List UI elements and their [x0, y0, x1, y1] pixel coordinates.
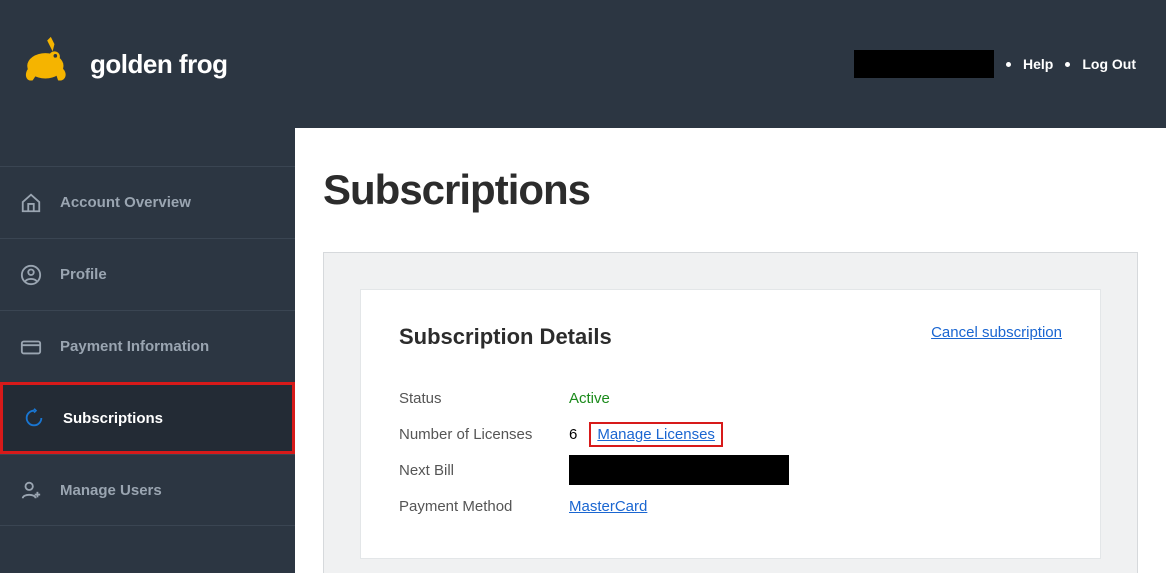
app-header: golden frog Help Log Out	[0, 0, 1166, 128]
help-link[interactable]: Help	[1023, 56, 1053, 72]
status-value: Active	[569, 390, 610, 407]
separator-dot-icon	[1065, 62, 1070, 67]
refresh-icon	[23, 407, 45, 429]
payment-row: Payment Method MasterCard	[399, 488, 1062, 524]
licenses-label: Number of Licenses	[399, 426, 569, 443]
home-icon	[20, 192, 42, 214]
sidebar-item-manage-users[interactable]: Manage Users	[0, 454, 295, 526]
logout-link[interactable]: Log Out	[1082, 56, 1136, 72]
sidebar: Account Overview Profile Payment Informa…	[0, 128, 295, 573]
brand-logo: golden frog	[20, 35, 227, 93]
payment-method-link[interactable]: MasterCard	[569, 498, 647, 515]
sidebar-item-label: Manage Users	[60, 482, 162, 499]
page-title: Subscriptions	[323, 166, 1138, 214]
sidebar-item-label: Account Overview	[60, 194, 191, 211]
status-row: Status Active	[399, 380, 1062, 416]
nextbill-redacted	[569, 455, 789, 485]
credit-card-icon	[20, 336, 42, 358]
profile-icon	[20, 264, 42, 286]
payment-label: Payment Method	[399, 498, 569, 515]
subscription-panel: Subscription Details Cancel subscription…	[323, 252, 1138, 573]
licenses-value: 6	[569, 426, 577, 443]
brand-name: golden frog	[90, 49, 227, 80]
sidebar-item-profile[interactable]: Profile	[0, 238, 295, 310]
sidebar-item-subscriptions[interactable]: Subscriptions	[0, 382, 295, 454]
user-plus-icon	[20, 479, 42, 501]
subscription-card: Subscription Details Cancel subscription…	[360, 289, 1101, 559]
sidebar-item-account-overview[interactable]: Account Overview	[0, 166, 295, 238]
sidebar-item-payment-information[interactable]: Payment Information	[0, 310, 295, 382]
cancel-subscription-link[interactable]: Cancel subscription	[931, 324, 1062, 341]
main-content: Subscriptions Subscription Details Cance…	[295, 128, 1166, 573]
frog-icon	[20, 35, 78, 93]
separator-dot-icon	[1006, 62, 1011, 67]
user-redacted	[854, 50, 994, 78]
panel-title: Subscription Details	[399, 324, 612, 350]
sidebar-item-label: Payment Information	[60, 338, 209, 355]
nextbill-row: Next Bill	[399, 452, 1062, 488]
sidebar-item-label: Profile	[60, 266, 107, 283]
manage-licenses-link[interactable]: Manage Licenses	[597, 426, 715, 443]
nextbill-label: Next Bill	[399, 462, 569, 479]
licenses-row: Number of Licenses 6 Manage Licenses	[399, 416, 1062, 452]
header-user-area: Help Log Out	[854, 50, 1136, 78]
status-label: Status	[399, 390, 569, 407]
sidebar-item-label: Subscriptions	[63, 410, 163, 427]
